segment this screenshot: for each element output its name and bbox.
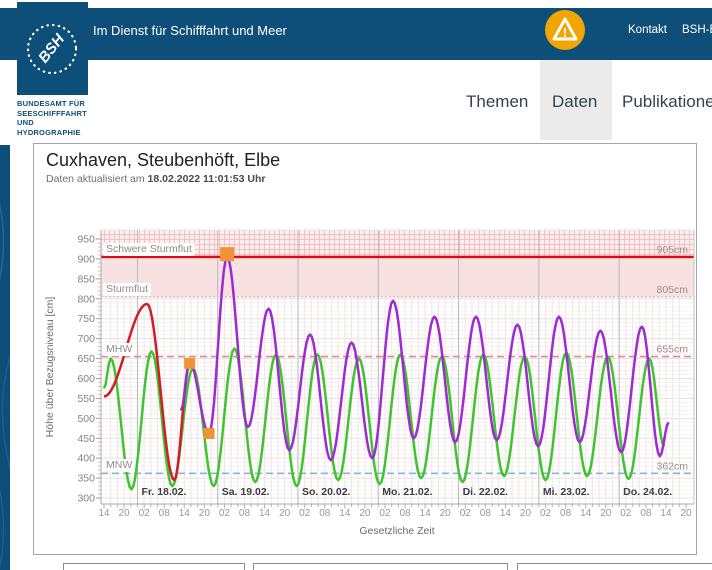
hour-label: 20 xyxy=(440,508,452,519)
hour-label: 20 xyxy=(199,508,211,519)
hour-label: 20 xyxy=(520,508,532,519)
hour-label: 14 xyxy=(660,508,672,519)
hour-label: 20 xyxy=(600,508,612,519)
hour-label: 14 xyxy=(339,508,351,519)
hour-label: 14 xyxy=(500,508,512,519)
ytick-label: 950 xyxy=(77,234,95,246)
forecast-extreme-marker xyxy=(220,247,234,261)
top-link-kontakt[interactable]: Kontakt xyxy=(628,24,667,36)
hour-label: 20 xyxy=(680,508,692,519)
ytick-label: 750 xyxy=(77,313,95,325)
forecast-extreme-marker xyxy=(204,428,215,439)
teaser-box-2[interactable] xyxy=(253,563,508,570)
hour-label: 02 xyxy=(219,508,231,519)
ytick-label: 650 xyxy=(77,353,95,365)
hour-label: 08 xyxy=(640,508,652,519)
nav-tab-daten[interactable]: Daten xyxy=(552,92,597,112)
hour-label: 08 xyxy=(480,508,492,519)
day-label: Di. 22.02. xyxy=(463,486,509,498)
ytick-label: 700 xyxy=(77,333,95,345)
hour-label: 02 xyxy=(379,508,391,519)
threshold-value-label: 805cm xyxy=(656,284,688,296)
day-label: Mi. 23.02. xyxy=(543,486,590,498)
hour-label: 14 xyxy=(259,508,271,519)
ytick-label: 550 xyxy=(77,393,95,405)
svg-text:!: ! xyxy=(563,25,567,40)
hour-label: 08 xyxy=(399,508,411,519)
hour-label: 14 xyxy=(420,508,432,519)
hour-label: 02 xyxy=(620,508,632,519)
tide-chart-svg: Fr. 18.02. Sa. 19.02. So. 20.02. Mo. 21.02.… xyxy=(34,144,698,556)
tagline: Im Dienst für Schifffahrt und Meer xyxy=(93,23,287,38)
warning-triangle-icon: ! xyxy=(545,10,585,50)
day-label: Mo. 21.02. xyxy=(382,486,432,498)
storm-surge-band xyxy=(101,257,694,297)
threshold-value-label: 905cm xyxy=(656,244,688,256)
hour-label: 08 xyxy=(239,508,251,519)
hour-label: 08 xyxy=(560,508,572,519)
tide-chart-panel: Cuxhaven, Steubenhöft, Elbe Daten aktual… xyxy=(33,143,697,555)
hour-label: 02 xyxy=(460,508,472,519)
severe-storm-surge-band xyxy=(101,230,694,257)
background-sea-chart-strip xyxy=(0,145,10,570)
hour-label: 14 xyxy=(580,508,592,519)
hour-label: 14 xyxy=(98,508,110,519)
hour-label: 02 xyxy=(540,508,552,519)
storm-warning-button[interactable]: ! xyxy=(545,10,585,50)
hour-label: 08 xyxy=(319,508,331,519)
threshold-value-label: 655cm xyxy=(656,344,688,356)
hour-label: 20 xyxy=(359,508,371,519)
day-label: So. 20.02. xyxy=(302,486,351,498)
ytick-label: 400 xyxy=(77,453,95,465)
ytick-label: 850 xyxy=(77,273,95,285)
ytick-label: 350 xyxy=(77,473,95,485)
ytick-label: 900 xyxy=(77,253,95,265)
day-label: Do. 24.02. xyxy=(623,486,672,498)
ytick-label: 800 xyxy=(77,293,95,305)
forecast-extreme-marker xyxy=(184,358,195,369)
y-axis-title: Höhe über Bezugsniveau [cm] xyxy=(44,297,56,438)
ytick-label: 450 xyxy=(77,433,95,445)
hour-label: 14 xyxy=(179,508,191,519)
teaser-box-3[interactable] xyxy=(517,563,712,570)
nav-tab-publikationen[interactable]: Publikationen xyxy=(622,92,712,112)
x-axis-title: Gesetzliche Zeit xyxy=(359,525,434,537)
hour-label: 08 xyxy=(159,508,171,519)
teaser-box-1[interactable] xyxy=(63,563,245,570)
bsh-logo[interactable]: BSH xyxy=(17,2,88,95)
logo-abbr: BSH xyxy=(35,30,69,66)
hour-label: 20 xyxy=(119,508,131,519)
day-label: Sa. 19.02. xyxy=(222,486,270,498)
top-link-bsh[interactable]: BSH-B xyxy=(682,24,712,36)
ytick-label: 500 xyxy=(77,413,95,425)
threshold-value-label: 362cm xyxy=(656,460,688,472)
day-label: Fr. 18.02. xyxy=(141,486,186,498)
hour-label: 02 xyxy=(139,508,151,519)
hour-label: 02 xyxy=(299,508,311,519)
org-name: BUNDESAMT FÜR SEESCHIFFFAHRT UND HYDROGR… xyxy=(17,99,107,137)
ytick-label: 300 xyxy=(77,493,95,505)
nav-tab-themen[interactable]: Themen xyxy=(466,92,528,112)
hour-label: 20 xyxy=(279,508,291,519)
ytick-label: 600 xyxy=(77,373,95,385)
